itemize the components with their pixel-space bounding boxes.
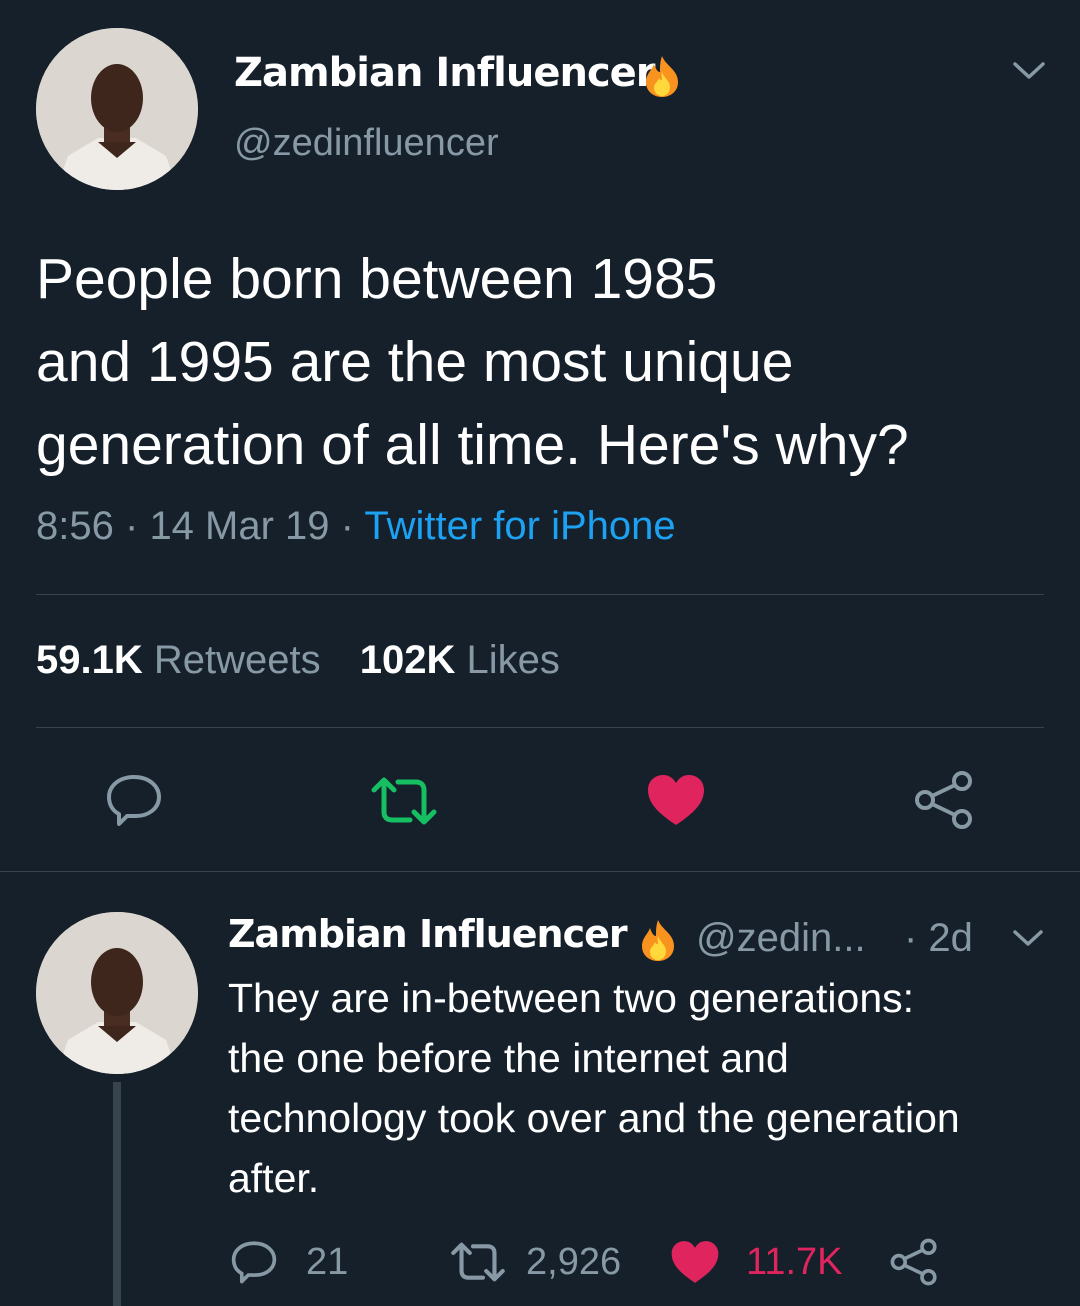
tweet-text: People born between 1985 and 1995 are th…	[36, 238, 909, 487]
tweet-stats: 59.1K Retweets 102K Likes	[36, 638, 560, 683]
heart-icon	[648, 775, 704, 825]
display-name[interactable]: Zambian Influencer	[234, 50, 656, 96]
retweet-action[interactable]: 2,926	[450, 1236, 621, 1288]
like-action[interactable]: 11.7K	[670, 1236, 842, 1288]
avatar[interactable]	[36, 912, 198, 1074]
tweet-text-line: generation of all time. Here's why?	[36, 413, 909, 477]
avatar[interactable]	[36, 28, 198, 190]
retweet-label: Retweets	[153, 638, 321, 682]
like-label: Likes	[466, 638, 560, 682]
meta-separator: ·	[340, 504, 354, 548]
tweet-time: 8:56	[36, 504, 114, 548]
like-count: 11.7K	[746, 1240, 843, 1283]
tweet-age[interactable]: · 2d	[904, 916, 973, 961]
reply-header: Zambian Influencer	[228, 912, 628, 964]
thread-line	[113, 1082, 121, 1306]
handle[interactable]: @zedin...	[696, 916, 866, 961]
heart-icon	[671, 1241, 719, 1283]
share-icon	[890, 1238, 937, 1286]
retweet-count: 2,926	[526, 1240, 622, 1283]
like-count: 102K	[359, 638, 456, 682]
fire-icon	[636, 918, 680, 962]
divider	[36, 594, 1044, 595]
retweet-count: 59.1K	[36, 638, 143, 682]
chevron-down-icon[interactable]	[1012, 60, 1046, 87]
divider	[36, 727, 1044, 728]
divider	[0, 871, 1080, 872]
tweet-text: They are in-between two generations: the…	[228, 968, 960, 1208]
tweet-date: 14 Mar 19	[149, 504, 330, 548]
share-icon	[915, 771, 972, 829]
retweet-icon	[371, 777, 437, 825]
reply-count: 21	[306, 1240, 349, 1283]
retweet-button[interactable]	[370, 776, 438, 826]
speech-bubble-icon	[231, 1241, 277, 1284]
tweet-text-line: and 1995 are the most unique	[36, 330, 794, 394]
tweet-text-line: They are in-between two generations:	[228, 975, 915, 1021]
reply-button[interactable]	[104, 772, 164, 828]
display-name[interactable]: Zambian Influencer	[228, 912, 628, 956]
fire-icon	[640, 54, 684, 98]
chevron-down-icon[interactable]	[1012, 928, 1044, 953]
retweets-stat[interactable]: 59.1K Retweets	[36, 638, 332, 682]
tweet-meta: 8:56 · 14 Mar 19 · Twitter for iPhone	[36, 504, 676, 549]
like-button[interactable]	[644, 772, 708, 828]
tweet-text-line: technology took over and the generation	[228, 1095, 960, 1141]
share-button[interactable]	[912, 770, 976, 830]
likes-stat[interactable]: 102K Likes	[360, 638, 560, 682]
tweet-text-line: after.	[228, 1155, 320, 1201]
meta-separator: ·	[124, 504, 139, 548]
speech-bubble-icon	[107, 775, 161, 826]
retweet-icon	[451, 1242, 505, 1282]
tweet-source-link[interactable]: Twitter for iPhone	[364, 504, 675, 548]
tweet-text-line: People born between 1985	[36, 247, 718, 311]
handle[interactable]: @zedinfluencer	[234, 122, 499, 165]
share-button[interactable]	[888, 1236, 940, 1288]
tweet-text-line: the one before the internet and	[228, 1035, 789, 1081]
reply-action[interactable]: 21	[230, 1236, 348, 1288]
